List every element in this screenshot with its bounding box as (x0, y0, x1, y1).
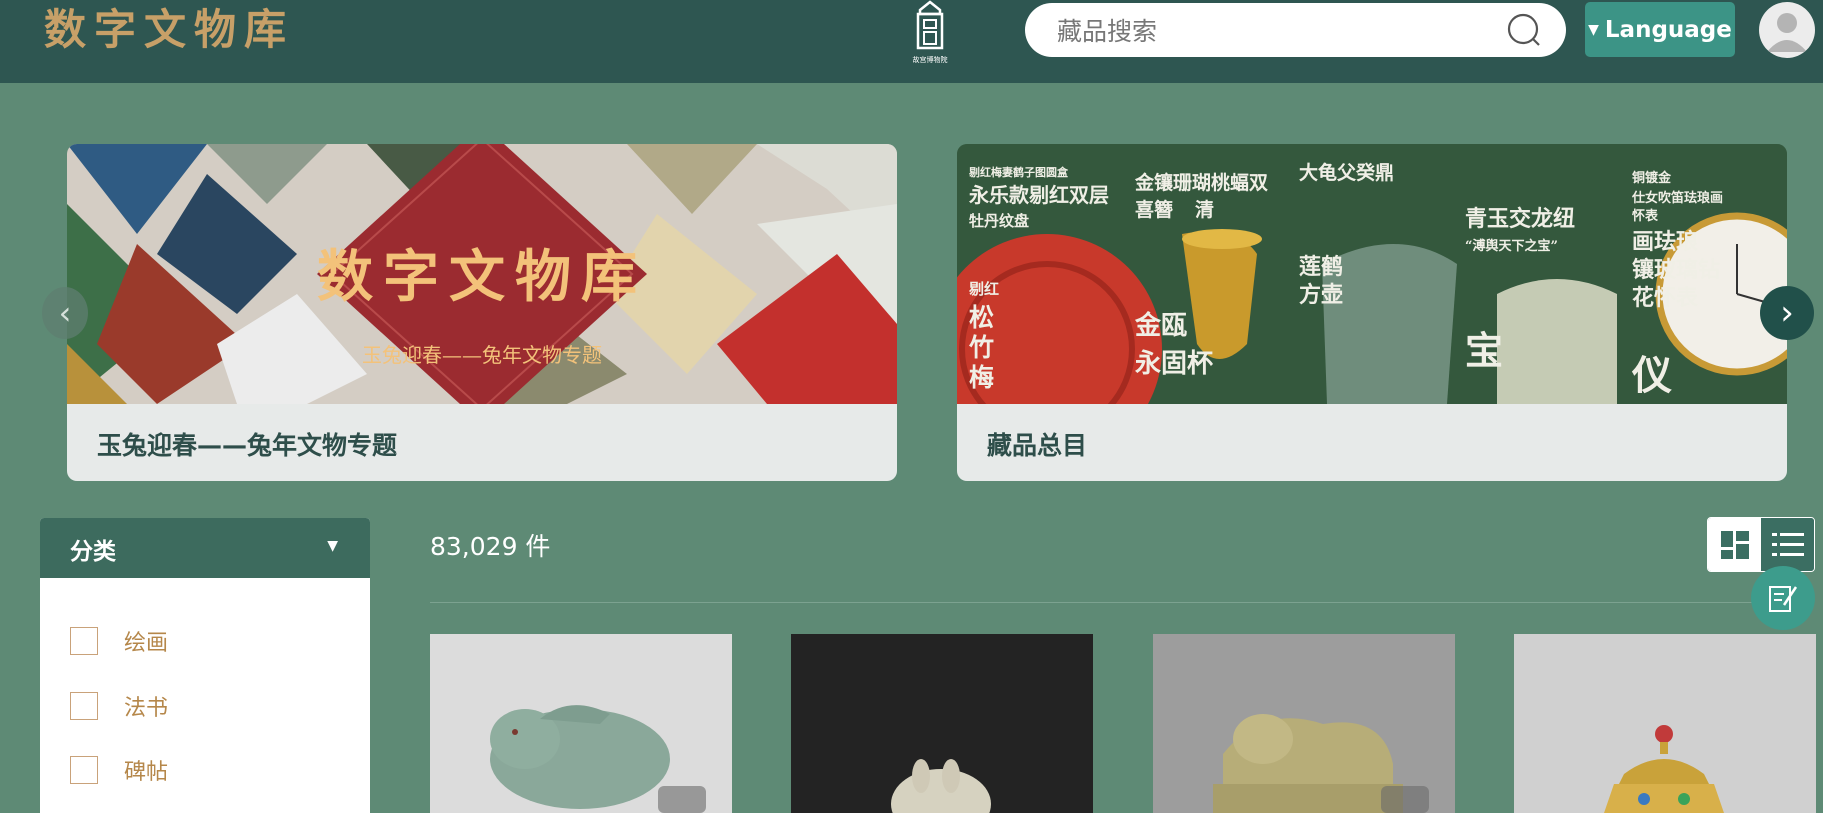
filter-item-label: 碑帖 (124, 760, 169, 785)
search-input[interactable] (1055, 3, 1499, 59)
checkbox[interactable] (70, 756, 98, 784)
banner-title: 数字文物库 (317, 244, 647, 310)
banner-overlay-text: 竹 (968, 333, 994, 362)
category-filter-panel: 分类 ▼ 绘画 法书 碑帖 (40, 518, 370, 813)
collection-card[interactable] (791, 634, 1093, 813)
banner-overlay-text: 宝 (1465, 328, 1503, 373)
banner-overlay-text: 画珐琅 (1632, 229, 1698, 255)
banner-card-rabbit-year[interactable]: 数字文物库 玉兔迎春——兔年文物专题 玉兔迎春——兔年文物专题 (67, 144, 897, 481)
list-view-button[interactable] (1761, 518, 1814, 571)
banner-overlay-text: 松 (969, 303, 994, 332)
banner-overlay-text: 怀表 (1632, 208, 1659, 224)
banner-overlay-text: 镶玻璃钻 (1632, 257, 1720, 283)
banner-overlay-text: 永固杯 (1135, 349, 1213, 379)
banner-image-rabbit-year: 数字文物库 玉兔迎春——兔年文物专题 (67, 144, 897, 404)
chevron-right-icon: › (1780, 293, 1794, 333)
collection-card[interactable] (1514, 634, 1816, 813)
note-button[interactable] (1751, 566, 1815, 630)
banner-overlay-text: 梅 (969, 363, 994, 392)
banner-overlay-text: 喜簪 (1135, 198, 1173, 221)
user-avatar[interactable] (1759, 2, 1815, 58)
collection-card[interactable] (430, 634, 732, 813)
banner-overlay-text: 清 (1195, 198, 1214, 221)
artifact-image-jade-seal (1153, 634, 1455, 813)
palace-museum-logo-icon (916, 0, 944, 50)
banner-overlay-text: 剔红梅妻鹤子图圆盒 (968, 165, 1069, 179)
filter-item-label: 法书 (124, 696, 169, 721)
results-divider (430, 602, 1800, 603)
category-filter-title: 分类 (70, 539, 116, 565)
view-toggle (1707, 517, 1815, 572)
filter-item-calligraphy[interactable]: 法书 (70, 690, 168, 722)
checkbox[interactable] (70, 692, 98, 720)
banner-overlay-text: 花怀表 (1632, 285, 1699, 311)
banner-overlay-text: 牡丹纹盘 (969, 212, 1029, 230)
banner-caption: 玉兔迎春——兔年文物专题 (97, 431, 398, 460)
grid-view-icon (1720, 530, 1749, 559)
banner-overlay-text: 仕女吹笛珐琅画 (1631, 190, 1723, 206)
banner-overlay-text: 金镶珊瑚桃蝠双 (1134, 171, 1268, 194)
banner-overlay-text: 莲鹤 (1299, 254, 1343, 280)
language-label: Language (1604, 16, 1732, 43)
banner-overlay-text: 青玉交龙纽 (1465, 206, 1575, 232)
banner-overlay-text: 金瓯 (1134, 310, 1187, 341)
banner-caption-box: 藏品总目 (957, 404, 1787, 481)
banner-subtitle: 玉兔迎春——兔年文物专题 (362, 343, 602, 367)
caret-down-icon: ▼ (1588, 21, 1599, 38)
banner-caption-box: 玉兔迎春——兔年文物专题 (67, 404, 897, 481)
banner-overlay-text: 方壶 (1299, 282, 1343, 308)
banner-overlay-text: “溥舆天下之宝” (1465, 238, 1558, 254)
carousel-next-button[interactable]: › (1760, 286, 1814, 340)
collection-card[interactable] (1153, 634, 1455, 813)
banner-overlay-text: 仪 (1631, 352, 1672, 399)
banner-caption: 藏品总目 (987, 431, 1088, 460)
language-button[interactable]: ▼ Language (1585, 2, 1735, 57)
search-box (1025, 3, 1566, 59)
category-filter-header[interactable]: 分类 ▼ (40, 518, 370, 578)
banner-image-collection-index: 剔红梅妻鹤子图圆盒 永乐款剔红双层 牡丹纹盘 剔红 松 竹 梅 金镶珊瑚桃蝠双 … (957, 144, 1787, 404)
banner-overlay-text: 永乐款剔红双层 (968, 183, 1109, 207)
museum-emblem[interactable]: 故宫博物院 (900, 0, 960, 64)
user-avatar-icon (1767, 13, 1807, 52)
artifact-image-celadon-rabbit (430, 634, 732, 813)
site-logo[interactable]: 数字文物库 (44, 4, 294, 56)
banner-overlay-text: 剔红 (968, 280, 999, 298)
caret-down-icon: ▼ (327, 538, 338, 554)
grid-view-button[interactable] (1708, 518, 1761, 571)
carousel-prev-button[interactable]: ‹ (42, 287, 88, 339)
banner-card-collection-index[interactable]: 剔红梅妻鹤子图圆盒 永乐款剔红双层 牡丹纹盘 剔红 松 竹 梅 金镶珊瑚桃蝠双 … (957, 144, 1787, 481)
filter-item-rubbings[interactable]: 碑帖 (70, 754, 168, 786)
chevron-left-icon: ‹ (58, 294, 72, 332)
artifact-image-enamel-censer (1514, 634, 1816, 813)
checkbox[interactable] (70, 627, 98, 655)
filter-item-label: 绘画 (124, 631, 169, 656)
museum-caption: 故宫博物院 (912, 56, 948, 64)
note-edit-icon (1769, 586, 1798, 612)
banner-overlay-text: 大龟父癸鼎 (1299, 161, 1394, 184)
search-icon[interactable] (1507, 13, 1541, 47)
top-header: 数字文物库 故宫博物院 ▼ Language (0, 0, 1823, 83)
filter-item-painting[interactable]: 绘画 (70, 625, 168, 657)
list-view-icon (1771, 532, 1804, 556)
artifact-image-jade-rabbit (791, 634, 1093, 813)
banner-overlay-text: 铜镀金 (1631, 170, 1672, 186)
result-count: 83,029 件 (430, 532, 551, 561)
